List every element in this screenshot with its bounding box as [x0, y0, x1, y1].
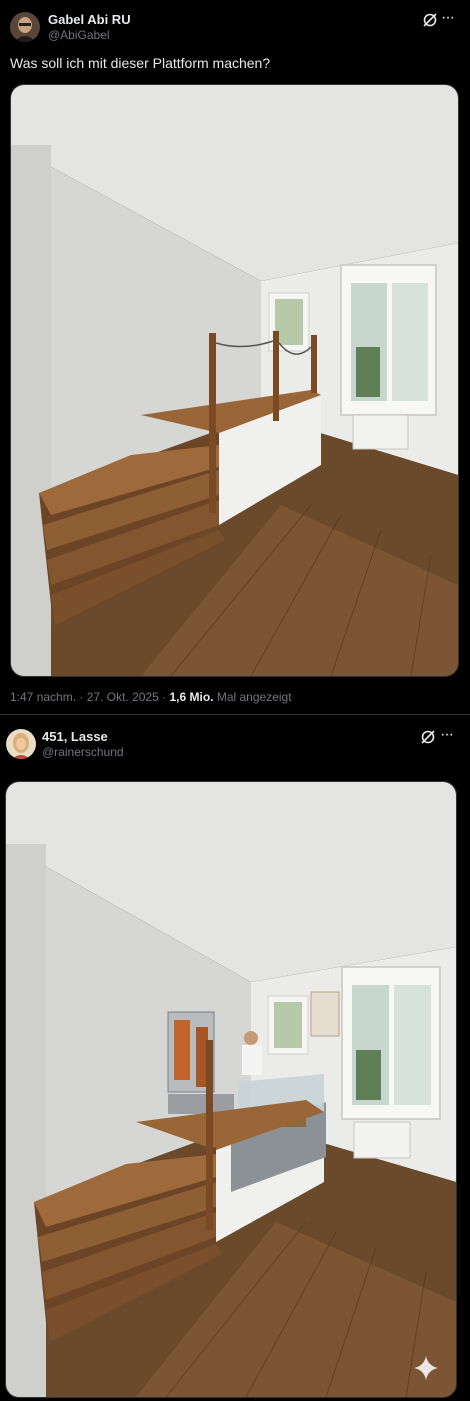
separator: ·	[79, 690, 84, 704]
grok-icon[interactable]	[420, 729, 436, 745]
avatar[interactable]	[10, 12, 40, 42]
author-name[interactable]: 451, Lasse	[42, 729, 108, 744]
view-label: Mal angezeigt	[216, 690, 292, 704]
tweet-text: Was soll ich mit dieser Plattform machen…	[10, 55, 271, 71]
view-count: 1,6 Mio.	[169, 690, 214, 704]
more-icon[interactable]: ···	[441, 9, 455, 27]
author-handle[interactable]: @rainerschund	[42, 745, 124, 759]
tweet-time[interactable]: 1:47 nachm.	[10, 690, 76, 704]
author-name[interactable]: Gabel Abi RU	[48, 12, 131, 27]
avatar[interactable]	[6, 729, 36, 759]
more-icon[interactable]: ···	[440, 726, 454, 744]
tweet-date[interactable]: 27. Okt. 2025	[87, 690, 159, 704]
sparkle-icon[interactable]	[412, 1354, 440, 1387]
separator: ·	[162, 690, 167, 704]
author-handle[interactable]: @AbiGabel	[48, 28, 110, 42]
tweet-photo[interactable]	[5, 781, 457, 1398]
grok-icon[interactable]	[422, 12, 438, 28]
tweet-meta: 1:47 nachm. · 27. Okt. 2025 · 1,6 Mio. M…	[10, 690, 292, 704]
tweet-1: Gabel Abi RU @AbiGabel ··· Was soll ich …	[0, 0, 470, 714]
tweet-photo[interactable]	[10, 84, 459, 677]
tweet-2: 451, Lasse @rainerschund ···	[0, 716, 470, 1401]
post-divider	[0, 714, 470, 715]
